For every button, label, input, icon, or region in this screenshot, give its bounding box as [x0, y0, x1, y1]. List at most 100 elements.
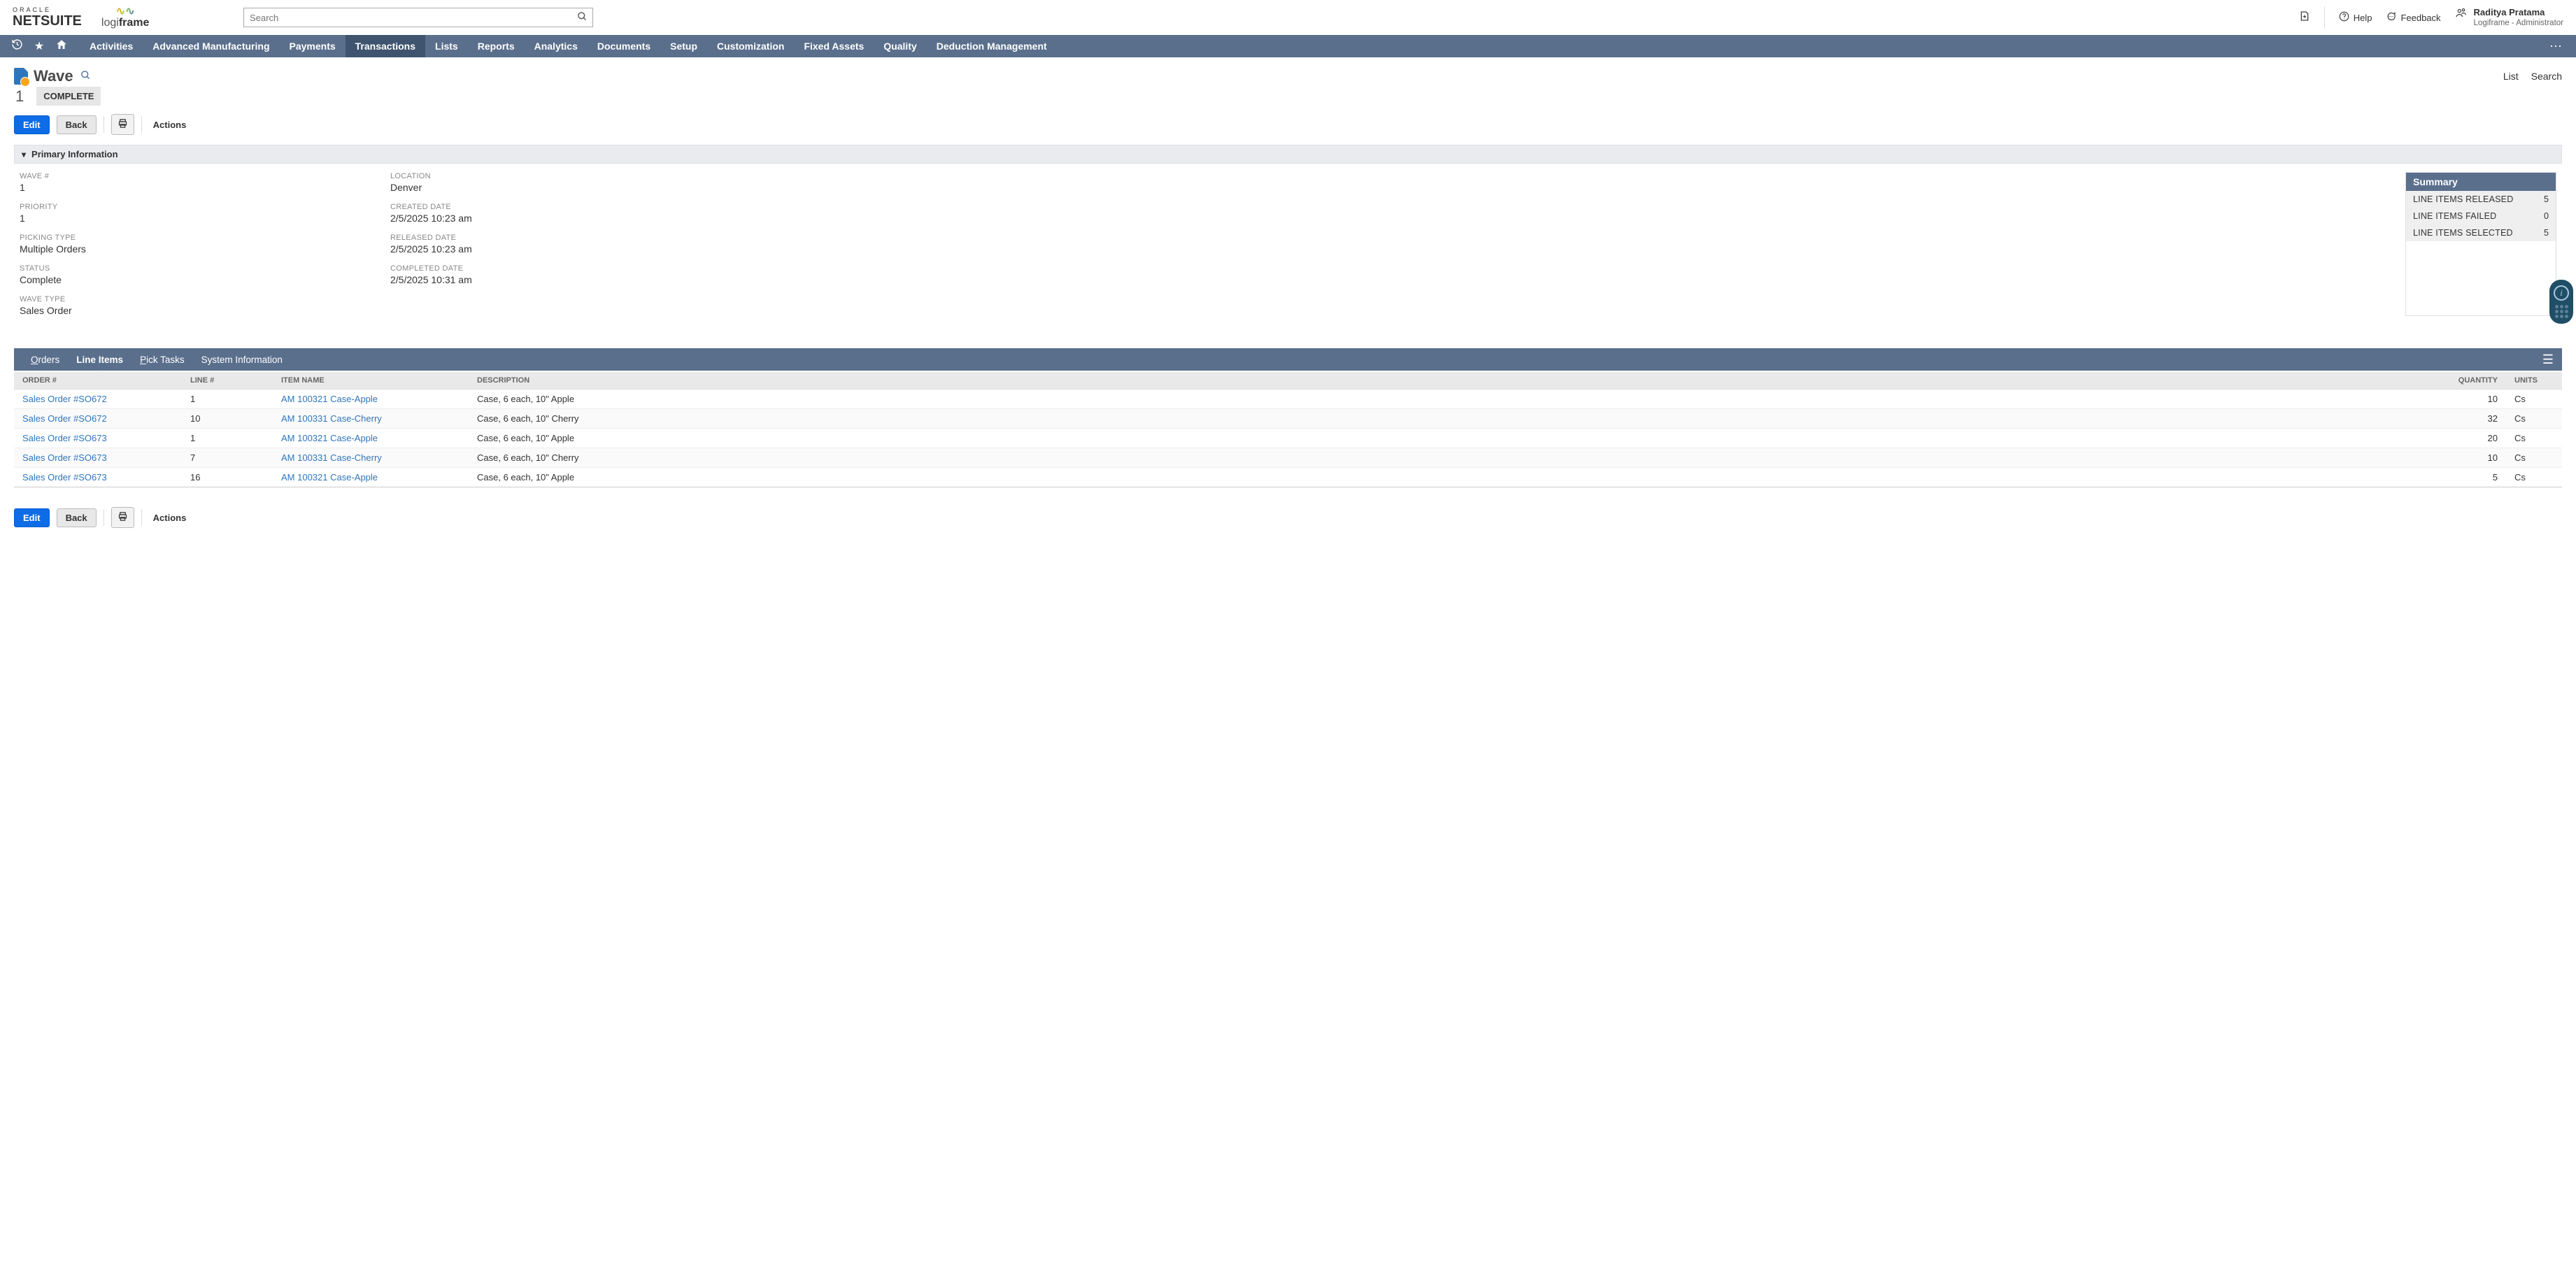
nav-item-customization[interactable]: Customization: [707, 35, 794, 57]
col-units[interactable]: UNITS: [2506, 372, 2562, 390]
nav-overflow-icon[interactable]: ⋯: [2549, 39, 2570, 54]
summary-rows: LINE ITEMS RELEASED5LINE ITEMS FAILED0LI…: [2406, 191, 2556, 241]
top-right-tools: Help Feedback Raditya Pratama Logiframe …: [2299, 6, 2563, 29]
search-icon[interactable]: [577, 11, 588, 24]
nav-item-reports[interactable]: Reports: [468, 35, 525, 57]
summary-value: 5: [2544, 194, 2549, 204]
wave-number: 1: [15, 87, 24, 106]
item-link[interactable]: AM 100321 Case-Apple: [273, 390, 469, 409]
edit-button-bottom[interactable]: Edit: [14, 508, 50, 527]
top-header: ORACLE NETSUITE ∿∿ logiframe Help Feed: [0, 0, 2576, 35]
col-item[interactable]: ITEM NAME: [273, 372, 469, 390]
help-widget[interactable]: i: [2549, 280, 2573, 324]
oracle-text: ORACLE: [13, 7, 82, 13]
list-link[interactable]: List: [2503, 71, 2519, 82]
feedback-icon: [2386, 11, 2396, 24]
item-link[interactable]: AM 100331 Case-Cherry: [273, 448, 469, 468]
edit-button[interactable]: Edit: [14, 115, 50, 134]
divider: [141, 509, 142, 526]
order-link[interactable]: Sales Order #SO673: [14, 468, 182, 487]
record-search-icon[interactable]: [80, 70, 91, 83]
user-role: Logiframe - Administrator: [2474, 18, 2563, 28]
feedback-link[interactable]: Feedback: [2386, 11, 2440, 24]
nav-item-transactions[interactable]: Transactions: [346, 35, 425, 57]
tab-orders[interactable]: Orders: [22, 348, 68, 371]
col-line[interactable]: LINE #: [182, 372, 273, 390]
divider: [141, 116, 142, 133]
divider: [2324, 6, 2325, 29]
completed-date-label: COMPLETED DATE: [390, 264, 740, 273]
summary-box: Summary LINE ITEMS RELEASED 5 LINE ITEMS F…: [2405, 172, 2556, 316]
actions-menu[interactable]: Actions: [153, 120, 187, 130]
nav-item-fixed-assets[interactable]: Fixed Assets: [794, 35, 874, 57]
logiframe-text: logiframe: [101, 17, 149, 29]
line-number: 1: [182, 429, 273, 448]
quantity: 10: [2429, 390, 2506, 409]
description: Case, 6 each, 10" Apple: [469, 429, 2429, 448]
primary-info-header[interactable]: ▾ Primary Information: [14, 145, 2562, 164]
order-link[interactable]: Sales Order #SO672: [14, 390, 182, 409]
order-link[interactable]: Sales Order #SO673: [14, 448, 182, 468]
print-button-bottom[interactable]: [111, 507, 134, 528]
completed-date-value: 2/5/2025 10:31 am: [390, 274, 740, 285]
user-name: Raditya Pratama: [2474, 7, 2563, 18]
print-button[interactable]: [111, 114, 134, 135]
search-input[interactable]: [243, 8, 593, 27]
table-row: Sales Order #SO6731AM 100321 Case-AppleC…: [14, 429, 2562, 448]
create-new-icon[interactable]: [2299, 10, 2310, 24]
col-quantity[interactable]: QUANTITY: [2429, 372, 2506, 390]
created-date-value: 2/5/2025 10:23 am: [390, 213, 740, 224]
tabs-menu-icon[interactable]: ☰: [2542, 352, 2554, 367]
line-number: 10: [182, 409, 273, 429]
line-items-table: ORDER # LINE # ITEM NAME DESCRIPTION QUA…: [14, 372, 2562, 487]
summary-value: 0: [2544, 211, 2549, 221]
order-link[interactable]: Sales Order #SO672: [14, 409, 182, 429]
table-row: Sales Order #SO67210AM 100331 Case-Cherr…: [14, 409, 2562, 429]
item-link[interactable]: AM 100321 Case-Apple: [273, 468, 469, 487]
picking-type-value: Multiple Orders: [20, 243, 369, 255]
nav-item-deduction-management[interactable]: Deduction Management: [927, 35, 1057, 57]
priority-label: PRIORITY: [20, 203, 369, 211]
nav-item-documents[interactable]: Documents: [588, 35, 660, 57]
quantity: 32: [2429, 409, 2506, 429]
tab-pick-tasks[interactable]: Pick Tasks: [131, 348, 193, 371]
nav-item-payments[interactable]: Payments: [280, 35, 346, 57]
info-icon: i: [2554, 285, 2569, 301]
item-link[interactable]: AM 100321 Case-Apple: [273, 429, 469, 448]
search-link[interactable]: Search: [2531, 71, 2562, 82]
summary-label: LINE ITEMS RELEASED: [2413, 194, 2513, 204]
back-button[interactable]: Back: [57, 115, 97, 134]
main-nav: ★ ActivitiesAdvanced ManufacturingPaymen…: [0, 35, 2576, 57]
order-link[interactable]: Sales Order #SO673: [14, 429, 182, 448]
shortcuts-star-icon[interactable]: ★: [28, 39, 50, 53]
section-title: Primary Information: [31, 149, 118, 159]
page-title: Wave: [34, 67, 73, 85]
item-link[interactable]: AM 100331 Case-Cherry: [273, 409, 469, 429]
help-link[interactable]: Help: [2339, 11, 2372, 24]
wave-type-label: WAVE TYPE: [20, 295, 369, 303]
nav-item-lists[interactable]: Lists: [425, 35, 468, 57]
nav-item-analytics[interactable]: Analytics: [525, 35, 588, 57]
action-bar-bottom: Edit Back Actions: [14, 507, 2562, 528]
col-description[interactable]: DESCRIPTION: [469, 372, 2429, 390]
tab-system-information[interactable]: System Information: [193, 348, 291, 371]
nav-item-setup[interactable]: Setup: [660, 35, 707, 57]
units: Cs: [2506, 468, 2562, 487]
primary-info-body: WAVE #1 PRIORITY1 PICKING TYPEMultiple O…: [14, 164, 2562, 330]
table-row: Sales Order #SO6721AM 100321 Case-AppleC…: [14, 390, 2562, 409]
actions-menu-bottom[interactable]: Actions: [153, 513, 187, 523]
summary-label: LINE ITEMS FAILED: [2413, 211, 2496, 221]
user-menu[interactable]: Raditya Pratama Logiframe - Administrato…: [2455, 7, 2563, 29]
summary-title: Summary: [2406, 173, 2556, 191]
nav-item-advanced-manufacturing[interactable]: Advanced Manufacturing: [143, 35, 279, 57]
wave-type-value: Sales Order: [20, 305, 369, 316]
nav-item-activities[interactable]: Activities: [80, 35, 143, 57]
created-date-label: CREATED DATE: [390, 203, 740, 211]
nav-item-quality[interactable]: Quality: [874, 35, 926, 57]
keypad-icon: [2555, 305, 2568, 318]
home-icon[interactable]: [50, 38, 73, 55]
back-button-bottom[interactable]: Back: [57, 508, 97, 527]
chevron-down-icon: ▾: [22, 150, 26, 159]
recent-records-icon[interactable]: [6, 38, 28, 54]
tab-line-items[interactable]: Line Items: [68, 348, 131, 371]
